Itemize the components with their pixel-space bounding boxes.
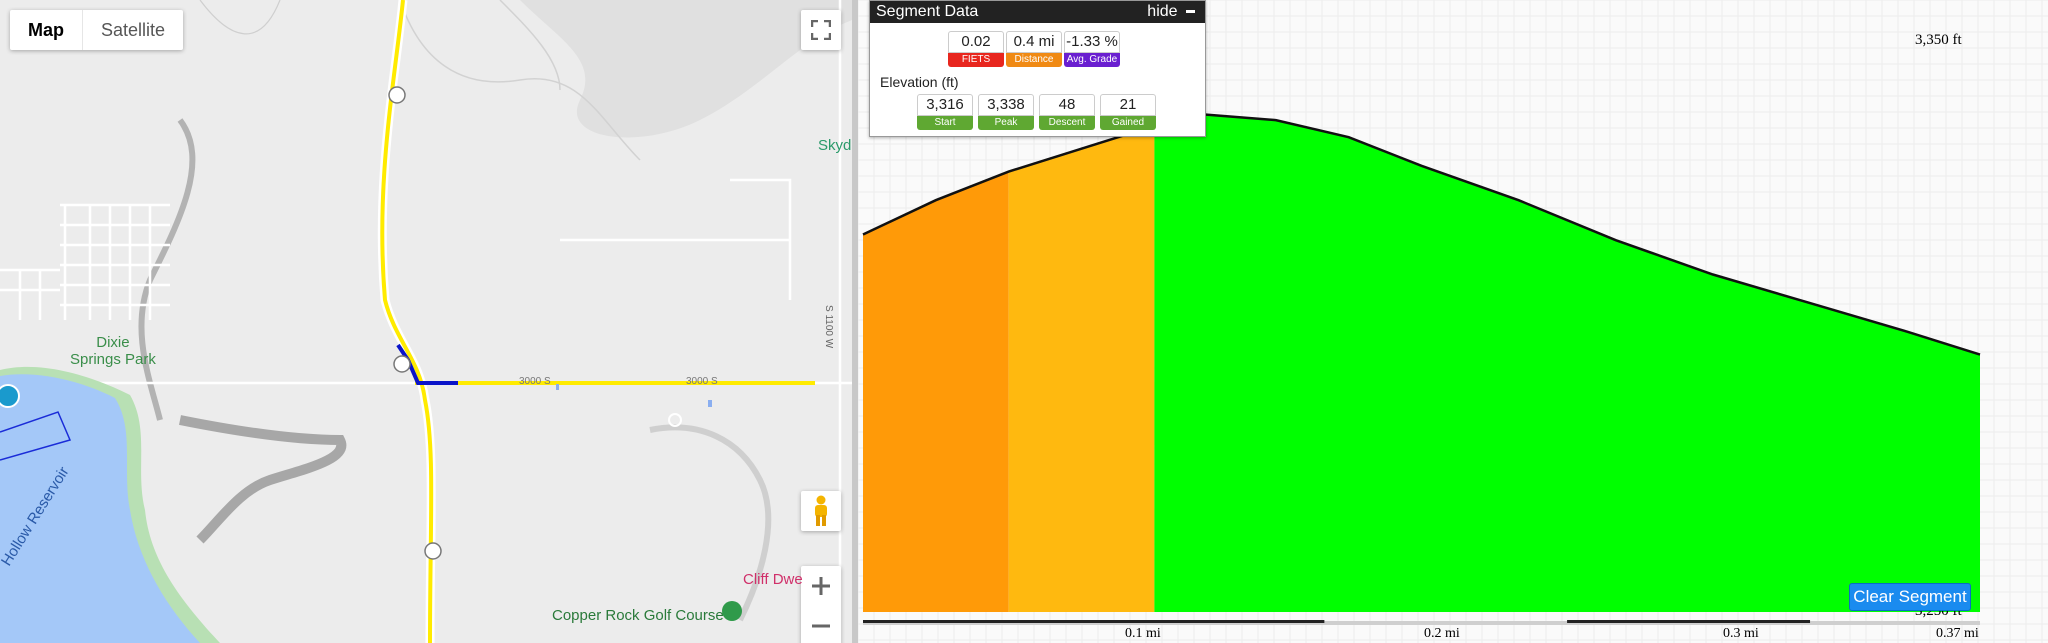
hide-label: hide xyxy=(1147,3,1178,20)
stat-distance-value: 0.4 mi xyxy=(1006,31,1062,53)
stat-avg-grade-value: -1.33 % xyxy=(1064,31,1120,53)
elevation-label: Elevation (ft) xyxy=(880,74,959,90)
zoom-out-icon xyxy=(812,624,830,628)
profile-fill-band-3 xyxy=(1154,108,1980,612)
elev-peak: 3,338 Peak xyxy=(978,94,1034,130)
stat-fiets: 0.02 FIETS xyxy=(948,31,1004,67)
elev-peak-value: 3,338 xyxy=(978,94,1034,116)
x-tick-label-4: 0.37 mi xyxy=(1936,626,1979,641)
x-tick-label-1: 0.1 mi xyxy=(1125,626,1161,641)
road-label-1100w: S 1100 W xyxy=(823,305,834,349)
map-type-map-button[interactable]: Map xyxy=(10,10,83,50)
elev-gained: 21 Gained xyxy=(1100,94,1156,130)
elev-descent: 48 Descent xyxy=(1039,94,1095,130)
zoom-out-button[interactable] xyxy=(801,606,841,643)
elev-gained-label: Gained xyxy=(1100,116,1156,130)
y-tick-label-top: 3,350 ft xyxy=(1915,32,1962,48)
map-view[interactable]: Map Satellite Dixie Springs Park Hollow … xyxy=(0,0,852,643)
hide-panel-button[interactable]: hide xyxy=(1147,1,1195,23)
road-label-3000s-a: 3000 S xyxy=(519,376,551,387)
segment-data-panel: Segment Data hide 0.02 FIETS 0.4 mi Dist… xyxy=(869,0,1206,137)
elev-start-value: 3,316 xyxy=(917,94,973,116)
clear-segment-button[interactable]: Clear Segment xyxy=(1849,583,1971,611)
skydive-label: Skydi xyxy=(818,137,852,154)
minus-icon xyxy=(1186,10,1195,14)
zoom-in-button[interactable] xyxy=(801,566,841,606)
park-label: Dixie Springs Park xyxy=(70,334,156,368)
profile-fill-band-2 xyxy=(1008,125,1155,613)
elev-start-label: Start xyxy=(917,116,973,130)
pegman-icon xyxy=(815,495,827,526)
road-label-3000s-b: 3000 S xyxy=(686,376,718,387)
map-canvas[interactable] xyxy=(0,0,852,643)
stat-distance: 0.4 mi Distance xyxy=(1006,31,1062,67)
x-tick-label-2: 0.2 mi xyxy=(1424,626,1460,641)
x-tick-label-3: 0.3 mi xyxy=(1723,626,1759,641)
x-axis-segment xyxy=(863,620,1325,623)
park-label-line2: Springs Park xyxy=(70,351,156,368)
park-label-line1: Dixie xyxy=(96,334,130,351)
map-type-control: Map Satellite xyxy=(10,10,184,50)
fullscreen-icon xyxy=(811,20,831,40)
zoom-in-icon xyxy=(812,577,830,595)
fullscreen-button[interactable] xyxy=(801,10,841,50)
stat-avg-grade: -1.33 % Avg. Grade xyxy=(1064,31,1120,67)
profile-fill-band-1 xyxy=(863,171,1009,612)
segment-data-title: Segment Data xyxy=(876,3,979,20)
zoom-control xyxy=(801,566,841,643)
golf-icon xyxy=(722,601,742,621)
x-axis-segment xyxy=(1567,620,1811,623)
elev-descent-label: Descent xyxy=(1039,116,1095,130)
stat-fiets-value: 0.02 xyxy=(948,31,1004,53)
golf-course-label: Copper Rock Golf Course xyxy=(552,607,724,624)
elev-descent-value: 48 xyxy=(1039,94,1095,116)
stat-fiets-label: FIETS xyxy=(948,53,1004,67)
street-view-button[interactable] xyxy=(801,491,841,531)
elev-start: 3,316 Start xyxy=(917,94,973,130)
elev-gained-value: 21 xyxy=(1100,94,1156,116)
stat-avg-grade-label: Avg. Grade xyxy=(1064,53,1120,67)
cliff-label: Cliff Dwe xyxy=(743,571,803,588)
segment-data-header: Segment Data hide xyxy=(870,1,1205,23)
map-type-satellite-button[interactable]: Satellite xyxy=(83,10,183,50)
stat-distance-label: Distance xyxy=(1006,53,1062,67)
elev-peak-label: Peak xyxy=(978,116,1034,130)
